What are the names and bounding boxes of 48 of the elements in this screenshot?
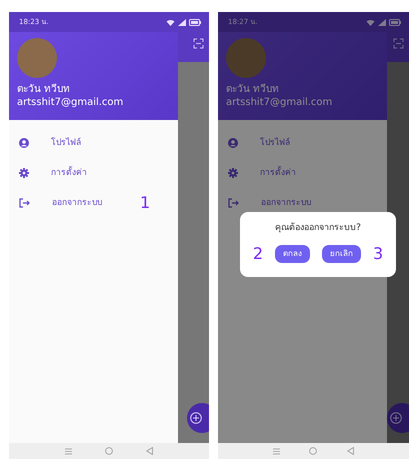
menu-item[interactable]: ออกจากระบบ 1	[9, 188, 178, 218]
step-number: 1	[140, 195, 150, 211]
logout-icon	[228, 198, 239, 208]
menu-item[interactable]: โปรไฟล์	[218, 128, 387, 158]
menu-item[interactable]: โปรไฟล์	[9, 128, 178, 158]
avatar-photo-placeholder	[226, 38, 266, 78]
dialog-message: คุณต้องออกจากระบบ?	[275, 222, 361, 235]
user-name: ตะวัน ทวีบท	[226, 83, 280, 96]
add-icon	[390, 412, 402, 424]
dialog-button[interactable]: ตกลง	[275, 244, 310, 262]
menu-item[interactable]: การตั้งค่า	[9, 158, 178, 188]
menu-item-label: การตั้งค่า	[260, 166, 296, 180]
battery-icon	[189, 18, 201, 26]
signal-icon	[178, 18, 186, 26]
menu-icon[interactable]	[272, 448, 280, 454]
menu-item-label: โปรไฟล์	[260, 136, 290, 150]
user-icon	[228, 138, 238, 148]
user-name: ตะวัน ทวีบท	[17, 83, 72, 96]
qr-scan-icon[interactable]	[193, 38, 204, 49]
menu-item-label: ออกจากระบบ	[261, 196, 311, 210]
add-fab-button[interactable]	[187, 403, 209, 433]
settings-icon	[228, 168, 238, 178]
add-icon	[190, 412, 202, 424]
signal-icon	[378, 18, 386, 26]
menu-item-label: โปรไฟล์	[51, 136, 81, 150]
qr-scan-icon[interactable]	[393, 38, 404, 49]
menu-icon[interactable]	[65, 448, 72, 454]
add-fab-button[interactable]	[387, 403, 409, 433]
user-email: artsshit7@gmail.com	[226, 96, 334, 110]
home-circle-icon[interactable]	[104, 447, 113, 455]
step-number: 3	[373, 246, 384, 262]
back-triangle-icon[interactable]	[146, 447, 153, 455]
wifi-icon	[366, 18, 375, 26]
menu-item[interactable]: ออกจากระบบ	[218, 188, 387, 218]
step-number: 2	[252, 246, 263, 262]
user-email: artsshit7@gmail.com	[17, 96, 124, 110]
menu-item-label: ออกจากระบบ	[52, 196, 102, 210]
avatar-photo-placeholder	[17, 38, 57, 78]
wifi-icon	[166, 18, 175, 26]
settings-icon	[19, 168, 29, 178]
dialog-button[interactable]: ยกเลิก	[322, 244, 361, 262]
back-triangle-icon[interactable]	[347, 447, 354, 455]
home-circle-icon[interactable]	[309, 447, 318, 455]
logout-icon	[19, 198, 30, 208]
menu-item-label: การตั้งค่า	[51, 166, 87, 180]
battery-icon	[389, 18, 401, 26]
user-icon	[19, 138, 29, 148]
menu-item[interactable]: การตั้งค่า	[218, 158, 387, 188]
